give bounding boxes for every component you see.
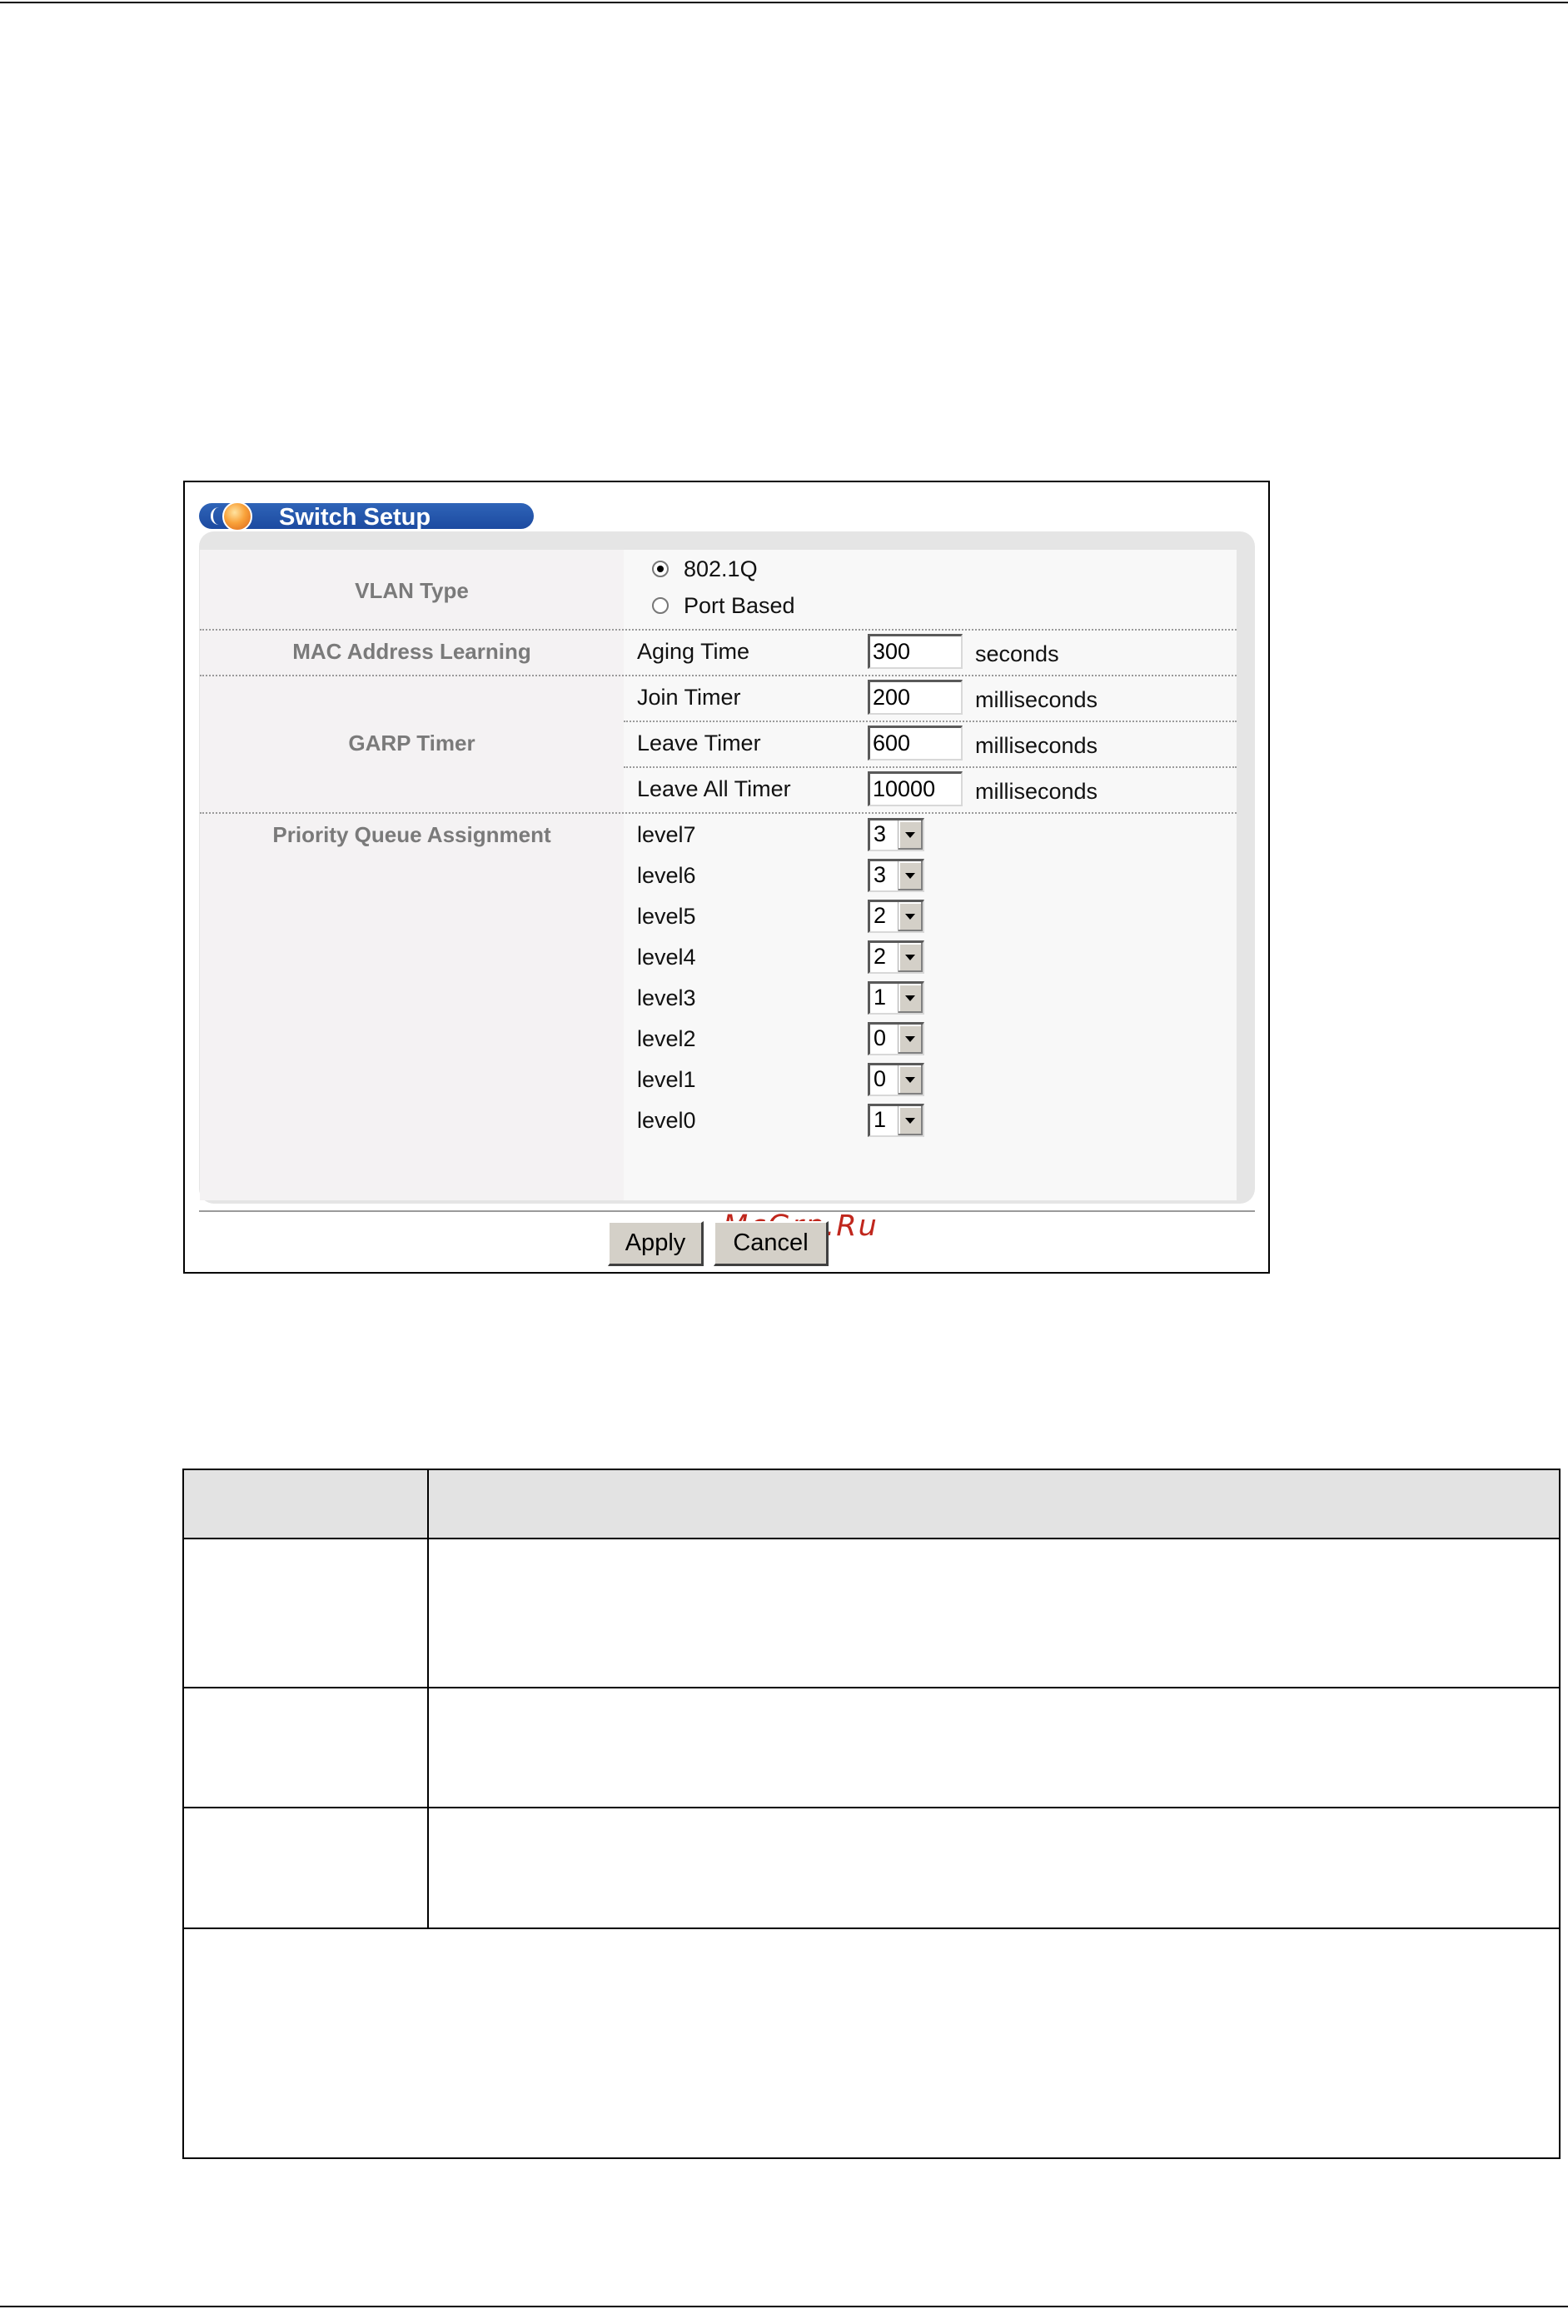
selected-value: 0 — [874, 1066, 887, 1091]
apply-button[interactable]: Apply — [608, 1221, 704, 1266]
level-label: level6 — [637, 863, 696, 888]
leave-all-timer-label: Leave All Timer — [637, 776, 791, 801]
row-separator — [200, 629, 1237, 631]
join-timer-input[interactable] — [868, 680, 963, 715]
level-label: level3 — [637, 985, 696, 1010]
column-divider — [427, 1470, 429, 1929]
selected-value: 2 — [874, 944, 887, 969]
chevron-down-icon[interactable] — [898, 1025, 923, 1054]
selected-value: 3 — [874, 862, 887, 887]
chevron-down-icon[interactable] — [898, 984, 923, 1013]
level-label: level4 — [637, 945, 696, 970]
radio-8021q[interactable] — [652, 561, 669, 577]
level4-select[interactable]: 2 — [868, 940, 924, 974]
table-header-row — [184, 1470, 1559, 1539]
leave-timer-unit: milliseconds — [975, 733, 1098, 758]
level2-select[interactable]: 0 — [868, 1022, 924, 1055]
leave-all-timer-unit: milliseconds — [975, 779, 1098, 804]
vlan-type-label: VLAN Type — [355, 578, 469, 603]
divider — [199, 1210, 1255, 1212]
level6-select[interactable]: 3 — [868, 859, 924, 892]
table-row-divider — [184, 1687, 1559, 1688]
table-row-divider — [184, 1928, 1559, 1929]
level0-select[interactable]: 1 — [868, 1104, 924, 1137]
settings-table: VLAN Type 802.1Q Port Based MAC Address … — [200, 550, 1237, 1243]
chevron-down-icon[interactable] — [898, 902, 923, 931]
chevron-down-icon[interactable] — [898, 861, 923, 890]
row-separator — [200, 812, 1237, 814]
aging-time-label: Aging Time — [637, 639, 750, 664]
bottom-page-rule — [0, 2306, 1568, 2307]
leave-all-timer-input[interactable] — [868, 771, 963, 806]
radio-8021q-label: 802.1Q — [684, 556, 758, 581]
section-title-pill: Switch Setup — [199, 501, 534, 531]
selected-value: 3 — [874, 821, 887, 846]
switch-setup-screenshot: Switch Setup VLAN Type 802.1Q Port Based… — [183, 481, 1270, 1274]
row-separator — [624, 766, 1237, 768]
level-label: level2 — [637, 1026, 696, 1051]
aging-time-unit: seconds — [975, 641, 1059, 666]
selected-value: 0 — [874, 1025, 887, 1050]
cancel-button[interactable]: Cancel — [714, 1221, 829, 1266]
priority-queue-label: Priority Queue Assignment — [272, 822, 551, 847]
radio-port-based[interactable] — [652, 597, 669, 614]
mac-learning-label: MAC Address Learning — [292, 639, 531, 664]
join-timer-unit: milliseconds — [975, 687, 1098, 712]
row-separator — [624, 721, 1237, 722]
level5-select[interactable]: 2 — [868, 900, 924, 933]
level3-select[interactable]: 1 — [868, 981, 924, 1015]
top-page-rule — [0, 2, 1568, 3]
chevron-down-icon[interactable] — [898, 1106, 923, 1135]
selected-value: 1 — [874, 985, 887, 1010]
selected-value: 2 — [874, 903, 887, 928]
leave-timer-label: Leave Timer — [637, 731, 761, 756]
leave-timer-input[interactable] — [868, 726, 963, 761]
level7-select[interactable]: 3 — [868, 818, 924, 851]
aging-time-input[interactable] — [868, 634, 963, 669]
description-table — [182, 1469, 1561, 2159]
level-label: level0 — [637, 1108, 696, 1133]
level-label: level5 — [637, 904, 696, 929]
radio-port-based-label: Port Based — [684, 593, 795, 618]
chevron-down-icon[interactable] — [898, 820, 923, 850]
level-label: level7 — [637, 822, 696, 847]
garp-timer-label: GARP Timer — [348, 731, 475, 756]
level-label: level1 — [637, 1067, 696, 1092]
selected-value: 1 — [874, 1107, 887, 1132]
orange-ball-icon — [222, 501, 252, 531]
chevron-down-icon[interactable] — [898, 943, 923, 972]
section-title: Switch Setup — [279, 504, 431, 531]
chevron-down-icon[interactable] — [898, 1065, 923, 1095]
row-separator — [200, 675, 1237, 676]
level1-select[interactable]: 0 — [868, 1063, 924, 1096]
table-row-divider — [184, 1807, 1559, 1808]
join-timer-label: Join Timer — [637, 685, 741, 710]
